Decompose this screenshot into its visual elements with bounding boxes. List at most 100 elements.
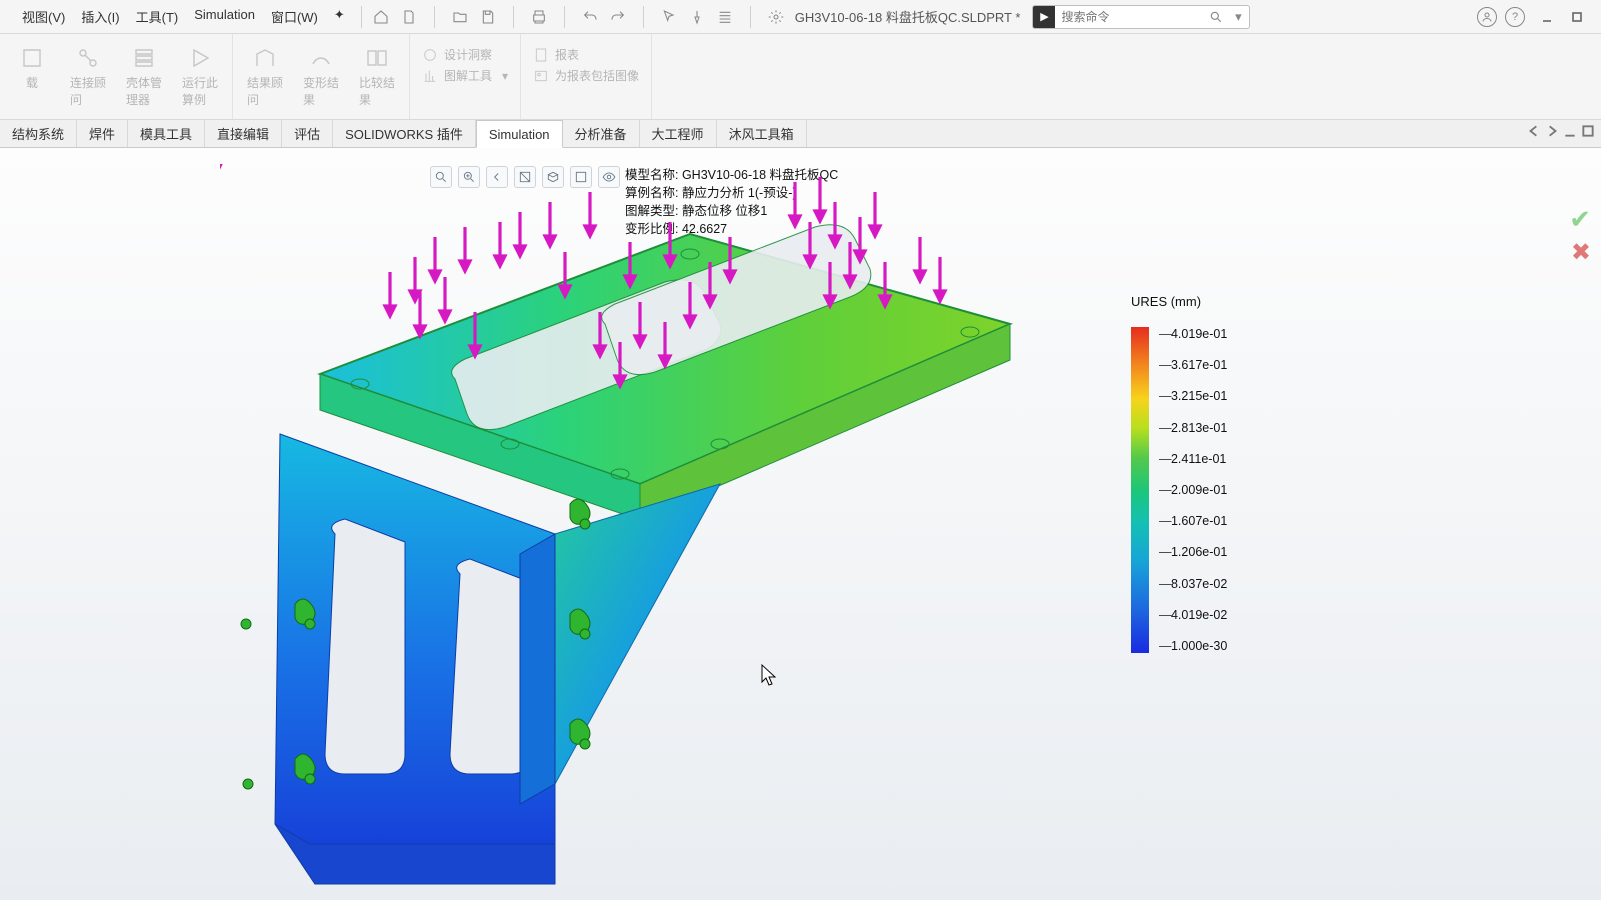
gear-icon[interactable] — [765, 6, 787, 28]
pin-icon[interactable] — [686, 6, 708, 28]
divider — [434, 6, 435, 28]
ribbon-item-report[interactable]: 报表 — [533, 46, 639, 63]
ribbon-label: 变形结 果 — [303, 74, 339, 108]
text-menus: 视图(V) 插入(I) 工具(T) Simulation 窗口(W) ✦ — [0, 3, 353, 30]
legend-tick: 2.411e-01 — [1159, 452, 1227, 466]
home-icon[interactable] — [370, 6, 392, 28]
tabstrip-right-controls — [1527, 120, 1601, 147]
search-dropdown-icon[interactable]: ▾ — [1227, 9, 1249, 25]
ribbon-btn-load[interactable]: 载 — [4, 40, 60, 91]
undo-icon[interactable] — [579, 6, 601, 28]
confirm-check-icon[interactable]: ✔ — [1569, 204, 1591, 235]
tab-sw-addins[interactable]: SOLIDWORKS 插件 — [333, 120, 476, 147]
ribbon-label: 运行此 算例 — [182, 74, 218, 108]
cancel-x-icon[interactable]: ✖ — [1571, 238, 1591, 267]
list-icon[interactable] — [714, 6, 736, 28]
legend-tick: 3.215e-01 — [1159, 389, 1227, 403]
tab-mufeng-toolbox[interactable]: 沐风工具箱 — [717, 120, 807, 147]
legend-title: URES (mm) — [1131, 294, 1341, 309]
tab-structure-system[interactable]: 结构系统 — [0, 120, 77, 147]
print-icon[interactable] — [528, 6, 550, 28]
new-icon[interactable] — [398, 6, 420, 28]
next-tab-icon[interactable] — [1545, 124, 1559, 143]
ribbon-btn-compare-results[interactable]: 比较结 果 — [349, 40, 405, 108]
ribbon-label: 图解工具 — [444, 67, 492, 84]
divider — [750, 6, 751, 28]
command-search[interactable]: ▶ ▾ — [1032, 5, 1250, 29]
ribbon-group-1: 载 连接顾 问 壳体管 理器 运行此 算例 — [0, 34, 233, 119]
ribbon-group-2: 结果顾 问 变形结 果 比较结 果 — [233, 34, 410, 119]
ribbon-label: 壳体管 理器 — [126, 74, 162, 108]
divider — [643, 6, 644, 28]
graphics-viewport[interactable]: 模型名称: GH3V10-06-18 料盘托板QC 算例名称: 静应力分析 1(… — [0, 148, 1601, 900]
document-title: GH3V10-06-18 料盘托板QC.SLDPRT * — [795, 7, 1021, 26]
prev-tab-icon[interactable] — [1527, 124, 1541, 143]
tab-evaluate[interactable]: 评估 — [282, 120, 333, 147]
ribbon-label: 为报表包括图像 — [555, 67, 639, 84]
ribbon-btn-run-study[interactable]: 运行此 算例 — [172, 40, 228, 108]
legend-gradient-bar — [1131, 327, 1149, 653]
doc-minimize-icon[interactable] — [1563, 124, 1577, 143]
ribbon-label: 载 — [26, 74, 38, 91]
legend-tick: 2.813e-01 — [1159, 421, 1227, 435]
tab-weldments[interactable]: 焊件 — [77, 120, 128, 147]
divider — [564, 6, 565, 28]
search-input[interactable] — [1055, 10, 1205, 24]
menu-view[interactable]: 视图(V) — [14, 3, 73, 30]
feature-tab-strip: 结构系统 焊件 模具工具 直接编辑 评估 SOLIDWORKS 插件 Simul… — [0, 120, 1601, 148]
ribbon-item-design-insight[interactable]: 设计洞察 — [422, 46, 508, 63]
divider — [513, 6, 514, 28]
legend-tick: 1.000e-30 — [1159, 639, 1227, 653]
minimize-button[interactable] — [1533, 7, 1561, 27]
tab-direct-edit[interactable]: 直接编辑 — [205, 120, 282, 147]
help-icon[interactable]: ? — [1505, 7, 1525, 27]
menu-tools[interactable]: 工具(T) — [128, 3, 187, 30]
legend-tick: 1.206e-01 — [1159, 545, 1227, 559]
select-icon[interactable] — [658, 6, 680, 28]
legend-tick: 4.019e-01 — [1159, 327, 1227, 341]
quick-access-toolbar — [370, 6, 787, 28]
tab-da-engineer[interactable]: 大工程师 — [640, 120, 717, 147]
fea-model-render — [220, 164, 1020, 900]
tab-analysis-prep[interactable]: 分析准备 — [563, 120, 640, 147]
ribbon-label: 比较结 果 — [359, 74, 395, 108]
save-icon[interactable] — [477, 6, 499, 28]
redo-icon[interactable] — [607, 6, 629, 28]
menu-simulation[interactable]: Simulation — [186, 3, 263, 30]
legend-tick: 1.607e-01 — [1159, 514, 1227, 528]
doc-restore-icon[interactable] — [1581, 124, 1595, 143]
ribbon-label: 设计洞察 — [444, 46, 492, 63]
ribbon-btn-shell-manager[interactable]: 壳体管 理器 — [116, 40, 172, 108]
window-buttons — [1533, 7, 1591, 27]
ribbon: 载 连接顾 问 壳体管 理器 运行此 算例 结果顾 问 变形结 果 比较结 果 … — [0, 34, 1601, 120]
legend-tick: 8.037e-02 — [1159, 577, 1227, 591]
tab-mold-tools[interactable]: 模具工具 — [128, 120, 205, 147]
menu-window[interactable]: 窗口(W) — [263, 3, 326, 30]
ribbon-btn-deform-results[interactable]: 变形结 果 — [293, 40, 349, 108]
tab-simulation[interactable]: Simulation — [476, 120, 563, 148]
ribbon-btn-connect-advisor[interactable]: 连接顾 问 — [60, 40, 116, 108]
ribbon-group-4: 报表 为报表包括图像 — [521, 34, 652, 119]
ribbon-btn-results-advisor[interactable]: 结果顾 问 — [237, 40, 293, 108]
search-prefix-icon: ▶ — [1033, 6, 1055, 28]
menu-more-icon[interactable]: ✦ — [326, 3, 353, 30]
cursor-icon — [760, 664, 778, 691]
ribbon-item-include-image[interactable]: 为报表包括图像 — [533, 67, 639, 84]
divider — [361, 6, 362, 28]
legend-tick: 3.617e-01 — [1159, 358, 1227, 372]
legend-ticks: 4.019e-01 3.617e-01 3.215e-01 2.813e-01 … — [1159, 327, 1227, 653]
user-icon[interactable] — [1477, 7, 1497, 27]
titlebar-right: ? — [1477, 7, 1601, 27]
ribbon-label: 结果顾 问 — [247, 74, 283, 108]
ribbon-group-3: 设计洞察 图解工具▾ — [410, 34, 521, 119]
ribbon-label: 报表 — [555, 46, 579, 63]
legend-tick: 2.009e-01 — [1159, 483, 1227, 497]
ribbon-label: 连接顾 问 — [70, 74, 106, 108]
ribbon-item-plot-tools[interactable]: 图解工具▾ — [422, 67, 508, 84]
open-icon[interactable] — [449, 6, 471, 28]
legend-tick: 4.019e-02 — [1159, 608, 1227, 622]
menu-bar: 视图(V) 插入(I) 工具(T) Simulation 窗口(W) ✦ GH3… — [0, 0, 1601, 34]
maximize-button[interactable] — [1563, 7, 1591, 27]
menu-insert[interactable]: 插入(I) — [73, 3, 127, 30]
search-icon[interactable] — [1205, 10, 1227, 24]
